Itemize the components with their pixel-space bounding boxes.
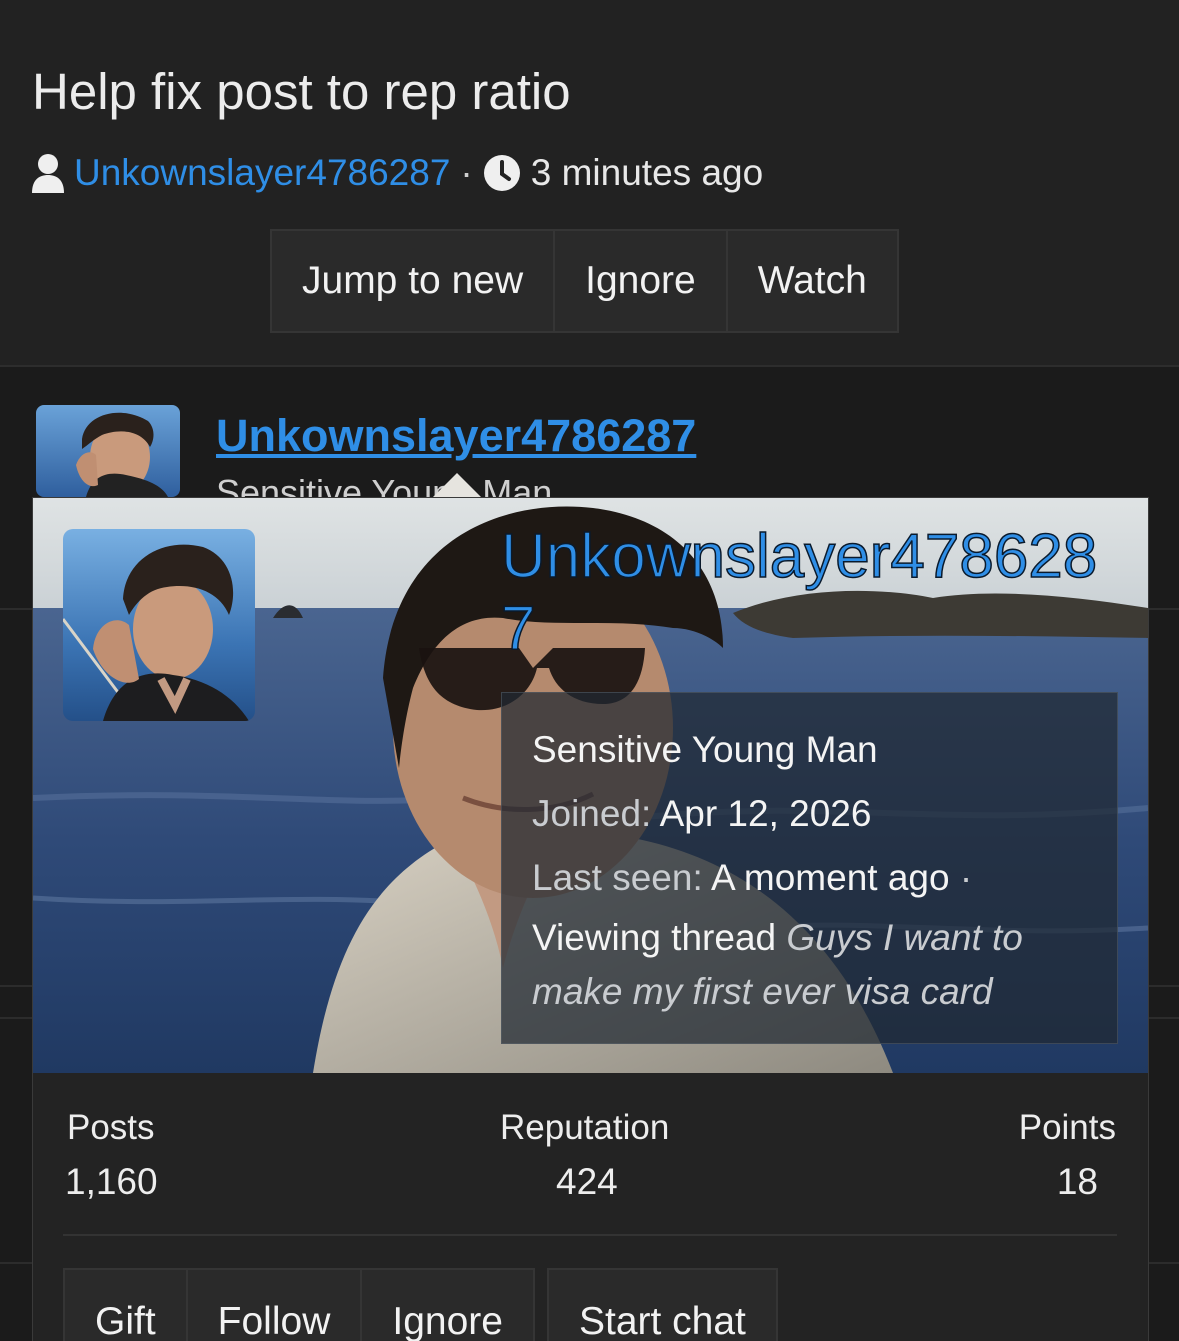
thread-action-buttons: Jump to new Ignore Watch [270, 229, 899, 333]
watch-thread-button[interactable]: Watch [725, 229, 899, 333]
points-label: Points [1018, 1108, 1116, 1147]
posts-value: 1,160 [65, 1161, 158, 1202]
card-divider [63, 1234, 1117, 1236]
last-seen-value: A moment ago [710, 857, 950, 898]
points-value: 18 [1056, 1161, 1098, 1202]
thread-meta: Unkownslayer4786287 · 3 minutes ago [30, 150, 763, 196]
joined-value: Apr 12, 2026 [659, 793, 872, 834]
thread-time: 3 minutes ago [530, 152, 764, 193]
member-avatar[interactable] [63, 529, 255, 721]
joined-label: Joined: [532, 793, 652, 834]
member-actions: Gift Follow Ignore Start chat [63, 1268, 778, 1341]
post-username-link[interactable]: Unkownslayer4786287 [216, 410, 696, 462]
last-seen-separator: · [959, 857, 973, 898]
reputation-label: Reputation [500, 1108, 670, 1147]
ignore-thread-button[interactable]: Ignore [553, 229, 728, 333]
member-activity: Viewing thread Guys I want to make my fi… [532, 911, 1092, 1019]
post-avatar[interactable] [36, 405, 180, 497]
member-stats: Posts 1,160 Reputation 424 Points 18 [33, 1073, 1148, 1238]
ignore-member-button[interactable]: Ignore [360, 1268, 535, 1341]
activity-prefix: Viewing thread [532, 917, 777, 958]
thread-author-link[interactable]: Unkownslayer4786287 [74, 152, 450, 194]
member-user-title: Sensitive Young Man [532, 729, 878, 770]
posts-label: Posts [67, 1108, 155, 1147]
follow-button[interactable]: Follow [185, 1268, 363, 1341]
member-last-seen: Last seen: A moment ago · [532, 857, 972, 899]
clock-icon [483, 155, 520, 191]
gift-button[interactable]: Gift [63, 1268, 188, 1341]
user-icon [32, 154, 64, 193]
meta-separator: · [460, 152, 473, 193]
start-chat-button[interactable]: Start chat [546, 1268, 778, 1341]
reputation-value: 424 [556, 1161, 618, 1202]
member-card: Unkownslayer4786287 Sensitive Young Man … [32, 497, 1149, 1341]
member-info-panel: Sensitive Young Man Joined: Apr 12, 2026… [501, 692, 1118, 1044]
member-card-pointer [432, 473, 482, 498]
post-user-title-peek: Sensitive Young Man [216, 472, 553, 498]
thread-title: Help fix post to rep ratio [32, 63, 571, 120]
member-joined: Joined: Apr 12, 2026 [532, 793, 871, 835]
member-username-link[interactable]: Unkownslayer4786287 [500, 521, 1121, 665]
jump-to-new-button[interactable]: Jump to new [270, 229, 556, 333]
thread-header: Help fix post to rep ratio Unkownslayer4… [0, 0, 1179, 367]
last-seen-label: Last seen: [532, 857, 703, 898]
